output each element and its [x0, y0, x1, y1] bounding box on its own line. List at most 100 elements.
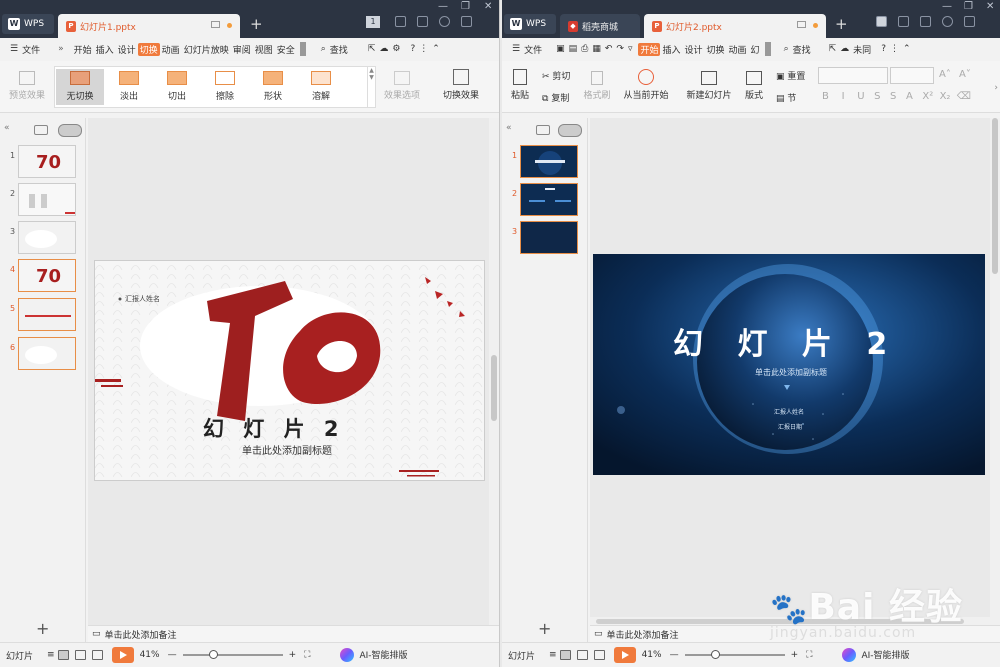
- thumbnail-slide-1[interactable]: 1 70: [0, 145, 86, 181]
- font-name-select[interactable]: [818, 67, 888, 84]
- menu-file[interactable]: 文件: [20, 43, 42, 56]
- layout-button[interactable]: 版式: [740, 65, 768, 101]
- subscript-icon[interactable]: X₂: [940, 91, 951, 102]
- minimize-icon[interactable]: —: [942, 2, 952, 12]
- play-button[interactable]: [111, 647, 134, 663]
- menu-overflow-icon[interactable]: [299, 42, 306, 56]
- scroll-thumb[interactable]: [491, 355, 497, 421]
- thumbnail-slide-4[interactable]: 4 70: [0, 259, 86, 295]
- minimize-icon[interactable]: —: [438, 2, 448, 12]
- undo-icon[interactable]: ↶: [603, 44, 615, 54]
- paste-button[interactable]: 粘贴: [508, 65, 532, 101]
- search-label[interactable]: 查找: [791, 43, 813, 56]
- notes-bar[interactable]: ▭ 单击此处添加备注: [88, 625, 499, 642]
- apps-icon[interactable]: [461, 16, 472, 27]
- slide-subtitle[interactable]: 单击此处添加副标题: [242, 442, 332, 457]
- search-label[interactable]: 查找: [328, 43, 350, 56]
- zoom-slider[interactable]: [182, 650, 283, 659]
- user-avatar-icon[interactable]: [439, 16, 450, 27]
- menu-transitions[interactable]: 切换: [705, 43, 727, 56]
- reset-button[interactable]: ▣ 重置: [776, 69, 805, 82]
- superscript-icon[interactable]: X²: [922, 91, 933, 102]
- zoom-in-button[interactable]: +: [791, 650, 799, 660]
- zoom-out-button[interactable]: —: [670, 650, 679, 660]
- menu-animation[interactable]: 动画: [727, 43, 749, 56]
- ai-layout-button[interactable]: AI-智能排版: [340, 648, 408, 663]
- cloud-icon[interactable]: ☁: [838, 44, 851, 54]
- zoom-in-button[interactable]: +: [289, 650, 297, 660]
- add-slide-button[interactable]: +: [36, 619, 49, 638]
- document-tab[interactable]: P 幻灯片2.pptx: [644, 14, 826, 38]
- decrease-font-icon[interactable]: A˅: [959, 69, 971, 80]
- help-icon[interactable]: ?: [879, 44, 888, 54]
- copy-button[interactable]: ⧉ 复制: [542, 91, 569, 104]
- font-color-icon[interactable]: A: [906, 91, 913, 102]
- collapse-ribbon-icon[interactable]: ⌃: [901, 44, 913, 54]
- wps-home-tab[interactable]: W WPS: [2, 14, 54, 34]
- new-tab-button[interactable]: +: [250, 14, 263, 34]
- share-icon[interactable]: ⇱: [827, 44, 839, 54]
- report-date[interactable]: 汇报日期: [778, 422, 802, 431]
- grid-icon[interactable]: [417, 16, 428, 27]
- close-icon[interactable]: ✕: [484, 2, 492, 12]
- menu-design[interactable]: 设计: [683, 43, 705, 56]
- thumbnail-slide-3[interactable]: 3: [0, 221, 86, 257]
- play-from-current-button[interactable]: 从当前开始: [618, 65, 674, 101]
- gallery-scroll[interactable]: ▲ ▼: [367, 67, 375, 107]
- close-icon[interactable]: ✕: [986, 2, 994, 12]
- window-count-badge[interactable]: 1: [366, 16, 380, 28]
- thumbnail-slide-5[interactable]: 5: [0, 298, 86, 334]
- window-count-icon[interactable]: [876, 16, 887, 27]
- play-button[interactable]: [613, 647, 636, 663]
- settings-icon[interactable]: ⚙: [390, 44, 402, 54]
- transition-none[interactable]: 无切换: [56, 69, 104, 105]
- thumbnail-slide-3[interactable]: 3: [502, 221, 588, 257]
- share-icon[interactable]: ⇱: [366, 44, 378, 54]
- zoom-slider-handle[interactable]: [710, 650, 720, 659]
- thumbnail-slide-2[interactable]: 2: [502, 183, 588, 219]
- bold-icon[interactable]: B: [822, 91, 829, 102]
- search-icon[interactable]: ⌕: [319, 44, 328, 54]
- menu-review[interactable]: 审阅: [231, 43, 253, 56]
- zoom-value[interactable]: 41%: [642, 650, 662, 660]
- skin-icon[interactable]: [395, 16, 406, 27]
- normal-view-icon[interactable]: [57, 650, 69, 660]
- menu-animation[interactable]: 动画: [160, 43, 182, 56]
- user-avatar-icon[interactable]: [942, 16, 953, 27]
- more-icon[interactable]: ⋮: [417, 44, 430, 54]
- strike-icon[interactable]: S: [874, 91, 880, 102]
- collapse-panel-icon[interactable]: «: [4, 123, 10, 133]
- menu-slideshow[interactable]: 幻灯片放映: [182, 43, 231, 56]
- collapse-panel-icon[interactable]: «: [506, 123, 512, 133]
- outline-view-icon[interactable]: [34, 125, 48, 135]
- slide-label[interactable]: 幻灯片: [0, 649, 33, 662]
- more-icon[interactable]: ⋮: [888, 44, 901, 54]
- apps-icon[interactable]: [964, 16, 975, 27]
- reporter-name[interactable]: 汇报人姓名: [774, 407, 804, 416]
- collapse-ribbon-icon[interactable]: ⌃: [430, 44, 442, 54]
- thumbnail-view-icon[interactable]: [58, 124, 82, 137]
- format-painter-button[interactable]: 格式刷: [580, 65, 614, 101]
- slide-title[interactable]: 幻 灯 片 2: [203, 413, 345, 443]
- docer-store-tab[interactable]: ◆ 稻壳商城: [560, 14, 640, 38]
- thumbnail-view-icon[interactable]: [558, 124, 582, 137]
- monitor-icon[interactable]: [797, 21, 806, 28]
- redo-icon[interactable]: ↷: [614, 44, 626, 54]
- transition-fade[interactable]: 淡出: [105, 69, 153, 102]
- reading-view-icon[interactable]: [91, 650, 103, 660]
- font-size-select[interactable]: [890, 67, 934, 84]
- section-button[interactable]: ▤ 节: [776, 91, 796, 104]
- menu-transitions[interactable]: 切换: [137, 42, 160, 56]
- slide-title[interactable]: 幻 灯 片 2: [673, 319, 899, 363]
- thumbnail-slide-1[interactable]: 1: [502, 145, 588, 181]
- zoom-value[interactable]: 41%: [140, 650, 160, 660]
- left-slide[interactable]: 汇报人姓名 幻 灯 片 2 单击此处添加副标题: [94, 260, 485, 481]
- grid-icon[interactable]: [920, 16, 931, 27]
- print-icon[interactable]: ⎙: [579, 44, 590, 54]
- preview-effect-button[interactable]: 预览效果: [6, 65, 48, 101]
- cut-button[interactable]: ✂ 剪切: [542, 69, 570, 82]
- normal-view-icon[interactable]: [559, 650, 571, 660]
- fit-window-icon[interactable]: ⛶: [304, 650, 310, 660]
- save-icon[interactable]: ▣: [554, 44, 567, 54]
- menu-home[interactable]: 开始: [72, 43, 94, 56]
